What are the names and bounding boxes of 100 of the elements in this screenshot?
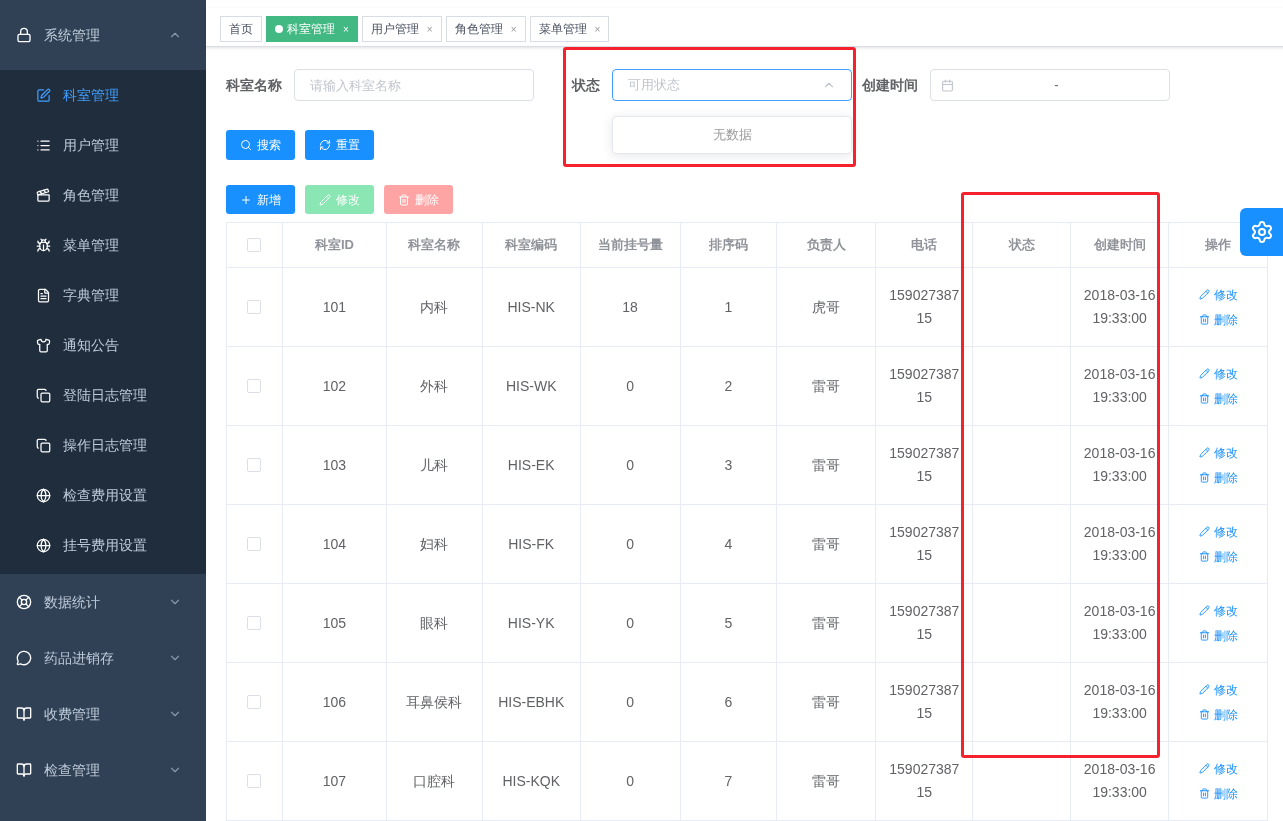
close-tab[interactable]: ×	[343, 21, 349, 37]
column-header: 状态	[1008, 236, 1035, 255]
delete-link[interactable]: 删除	[1198, 310, 1238, 329]
edit-link[interactable]: 修改	[1198, 285, 1238, 304]
pencil-icon	[319, 193, 331, 206]
table-cell-text: 4	[724, 534, 733, 554]
table-cell-text: 2018-03-16 19:33:00	[1083, 602, 1157, 644]
table-cell-text: 5	[724, 613, 733, 633]
delete-link[interactable]: 删除	[1198, 468, 1238, 487]
list-icon	[36, 137, 51, 153]
menu-group[interactable]: 检查管理	[0, 742, 206, 798]
page-tab[interactable]: 菜单管理 ×	[529, 16, 610, 42]
menu-group-label: 数据统计	[44, 592, 101, 612]
document-icon	[36, 287, 51, 303]
table-cell-text: 眼科	[420, 613, 449, 633]
edit-link[interactable]: 修改	[1198, 443, 1238, 462]
select-all-checkbox[interactable]	[247, 238, 262, 252]
table-cell-text: 妇科	[420, 534, 449, 554]
edit-link[interactable]: 修改	[1198, 680, 1238, 699]
menu-group[interactable]: 药品进销存	[0, 630, 206, 686]
table-cell-text: 2018-03-16 19:33:00	[1083, 523, 1157, 565]
menu-group[interactable]: 数据统计	[0, 574, 206, 630]
shirt-icon	[36, 337, 51, 353]
pencil-icon	[1198, 763, 1210, 774]
search-icon	[240, 139, 252, 151]
table-cell-text: 3	[724, 455, 733, 475]
close-tab[interactable]: ×	[426, 21, 433, 37]
row-checkbox[interactable]	[247, 616, 262, 630]
table-cell-text: 15902738715	[888, 602, 961, 644]
trash-icon	[1198, 788, 1210, 799]
menu-group-label: 收费管理	[44, 704, 101, 724]
menu-group-label: 系统管理	[44, 25, 101, 45]
delete-link[interactable]: 删除	[1198, 705, 1238, 724]
page-tab[interactable]: 角色管理 ×	[445, 16, 526, 42]
menu-item[interactable]: 登陆日志管理	[0, 370, 206, 420]
globe-icon	[36, 487, 51, 503]
close-tab[interactable]: ×	[510, 21, 517, 37]
menu-item[interactable]: 字典管理	[0, 270, 206, 320]
row-checkbox[interactable]	[247, 695, 262, 709]
table-cell-text: HIS-NK	[507, 297, 555, 317]
trash-icon	[1198, 551, 1210, 562]
row-checkbox[interactable]	[247, 537, 262, 551]
table-cell-text: 15902738715	[888, 681, 961, 723]
delete-link[interactable]: 删除	[1198, 784, 1238, 803]
menu-group-label: 药品进销存	[44, 648, 115, 668]
menu-item[interactable]: 检查费用设置	[0, 470, 206, 520]
pencil-icon	[1198, 684, 1210, 695]
pencil-icon	[1198, 605, 1210, 616]
table-cell-text: 1	[724, 297, 733, 317]
delete-link[interactable]: 删除	[1198, 389, 1238, 408]
row-checkbox[interactable]	[247, 300, 262, 314]
page-tab[interactable]: 首页	[220, 16, 262, 42]
plus-icon	[240, 193, 252, 206]
row-checkbox[interactable]	[247, 379, 262, 393]
menu-group-label: 检查管理	[44, 760, 101, 780]
table-cell-text: 106	[322, 692, 347, 712]
settings-button[interactable]	[1240, 208, 1283, 256]
menu-item[interactable]: 用户管理	[0, 120, 206, 170]
pencil-icon	[1198, 368, 1210, 379]
table-cell-text: HIS-EBHK	[498, 692, 565, 712]
menu-group[interactable]: 系统管理	[0, 0, 206, 70]
edit-link[interactable]: 修改	[1198, 759, 1238, 778]
pencil-icon	[1198, 447, 1210, 458]
table-cell-text: 儿科	[420, 455, 449, 475]
delete-link[interactable]: 删除	[1198, 626, 1238, 645]
table-cell-text: HIS-FK	[508, 534, 555, 554]
table-cell-text: 2018-03-16 19:33:00	[1083, 365, 1157, 407]
menu-item[interactable]: 操作日志管理	[0, 420, 206, 470]
column-header: 科室ID	[314, 236, 354, 255]
table-cell-text: 耳鼻侯科	[406, 692, 463, 712]
add-button[interactable]: 新增	[226, 185, 295, 214]
name-input-field[interactable]: 请输入科室名称	[294, 69, 534, 101]
date-range-field[interactable]: -	[930, 69, 1170, 101]
search-button[interactable]: 搜索	[226, 130, 295, 160]
delete-link[interactable]: 删除	[1198, 547, 1238, 566]
lifebuoy-icon	[16, 594, 32, 610]
speech-bubble-icon	[16, 650, 32, 666]
close-tab[interactable]: ×	[594, 21, 601, 37]
row-checkbox[interactable]	[247, 458, 262, 472]
table-cell-text: 雷哥	[812, 534, 841, 554]
table-cell-text: 101	[322, 297, 347, 317]
edit-link[interactable]: 修改	[1198, 601, 1238, 620]
row-checkbox[interactable]	[247, 774, 262, 788]
menu-item[interactable]: 通知公告	[0, 320, 206, 370]
menu-group[interactable]: 收费管理	[0, 686, 206, 742]
menu-item[interactable]: 科室管理	[0, 70, 206, 120]
table-cell-text: HIS-WK	[505, 376, 557, 396]
edit-link[interactable]: 修改	[1198, 522, 1238, 541]
menu-item[interactable]: 角色管理	[0, 170, 206, 220]
edit-link[interactable]: 修改	[1198, 364, 1238, 383]
status-select[interactable]: 可用状态	[612, 69, 852, 101]
menu-item[interactable]: 菜单管理	[0, 220, 206, 270]
table-cell-text: HIS-YK	[507, 613, 555, 633]
page-tab[interactable]: 科室管理 ×	[266, 16, 358, 42]
column-header: 负责人	[806, 236, 846, 255]
trash-icon	[1198, 472, 1210, 483]
table-cell-text: 15902738715	[888, 444, 961, 486]
menu-item[interactable]: 挂号费用设置	[0, 520, 206, 570]
page-tab[interactable]: 用户管理 ×	[361, 16, 442, 42]
reset-button[interactable]: 重置	[305, 130, 374, 160]
